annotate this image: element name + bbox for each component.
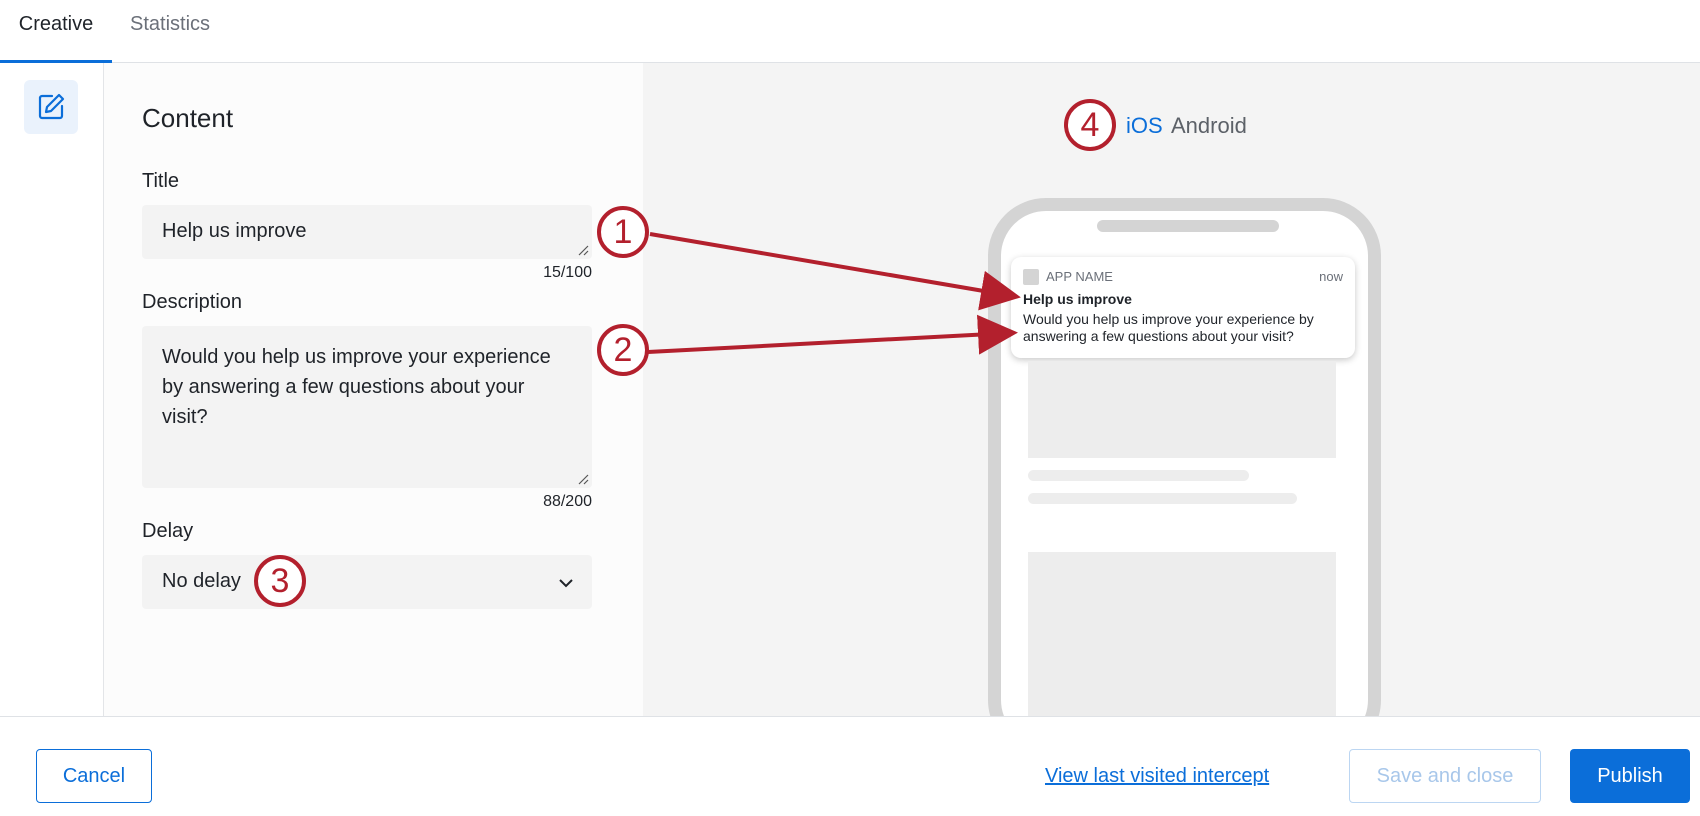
save-and-close-button[interactable]: Save and close [1349, 749, 1541, 803]
annotation-arrows [647, 232, 1021, 355]
intercept-editor: Creative Statistics Content Title Help u… [0, 0, 1700, 816]
callout-1: 1 [597, 206, 649, 258]
cancel-button[interactable]: Cancel [36, 749, 152, 803]
callout-4: 4 [1064, 99, 1116, 151]
publish-button[interactable]: Publish [1570, 749, 1690, 803]
arrow-2 [647, 314, 1018, 355]
footer-bar: Cancel View last visited intercept Save … [0, 716, 1700, 816]
callout-2: 2 [597, 324, 649, 376]
view-last-intercept-link[interactable]: View last visited intercept [1045, 765, 1269, 788]
arrow-1 [649, 232, 1021, 311]
callout-3: 3 [254, 555, 306, 607]
